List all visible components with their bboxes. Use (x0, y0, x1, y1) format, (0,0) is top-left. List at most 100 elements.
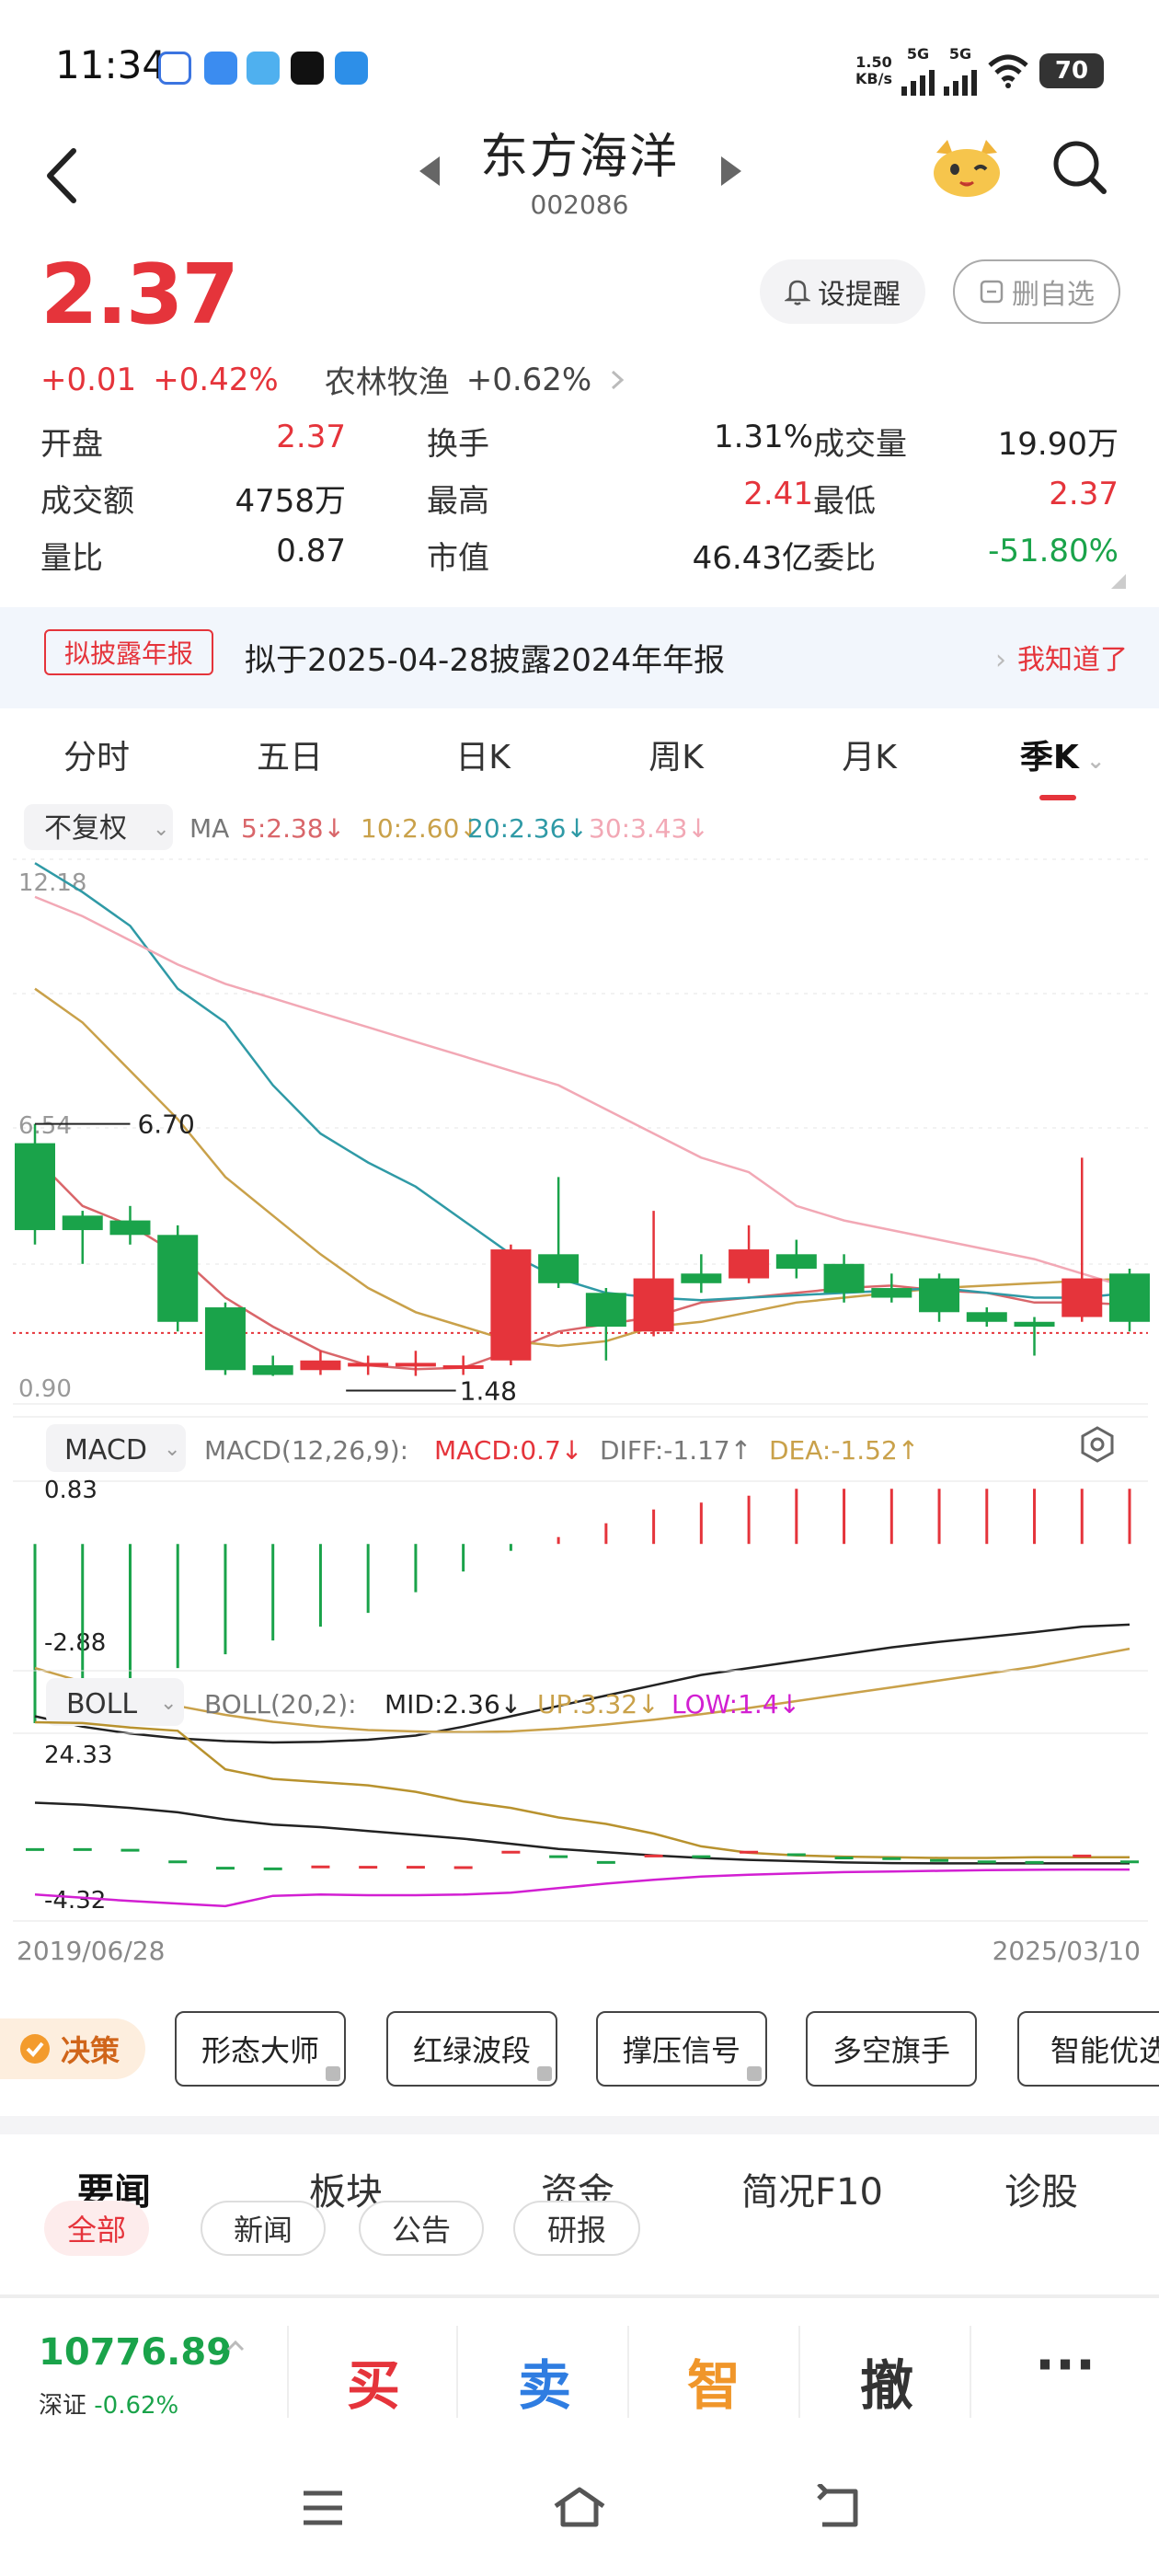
candle-body (729, 1249, 770, 1279)
stat-label: 委比 (813, 539, 876, 577)
tab-kline-2[interactable]: 日K (386, 730, 580, 778)
price-axis-mid: 6.54 (18, 1112, 72, 1140)
news-subtab-3[interactable]: 研报 (513, 2201, 640, 2256)
bell-icon (785, 280, 810, 305)
stat-label: 市值 (427, 539, 489, 577)
news-subtab-1[interactable]: 新闻 (201, 2201, 326, 2256)
remove-watchlist-button[interactable]: 删自选 (953, 259, 1120, 324)
boll-up-line (34, 1720, 1130, 1859)
separator (798, 2326, 800, 2418)
tab-kline-5[interactable]: 季K ⌄ (966, 730, 1159, 800)
stat-cell: 成交量 19.90万 (813, 419, 1119, 464)
set-alert-button[interactable]: 设提醒 (760, 259, 925, 324)
stat-cell: 换手 1.31% (427, 419, 813, 464)
stat-cell: 最高 2.41 (427, 476, 813, 521)
stat-value: 2.37 (276, 418, 346, 455)
search-icon[interactable] (1050, 138, 1109, 197)
separator (456, 2326, 458, 2418)
sim1-signal: 5G (901, 46, 935, 96)
lock-icon (747, 2066, 762, 2081)
macd-selector-label: MACD (64, 1434, 147, 1466)
menu-icon[interactable] (300, 2488, 346, 2528)
sector-name[interactable]: 农林牧渔 (325, 357, 450, 402)
stat-value: 2.41 (743, 475, 813, 512)
ma-label: MA (189, 813, 229, 844)
boll-low-line (34, 1868, 1130, 1908)
next-stock-arrow-icon[interactable] (721, 156, 741, 186)
ma30-value: 30:3.43↓ (589, 813, 709, 844)
news-subtab-0[interactable]: 全部 (44, 2201, 149, 2256)
expand-corner-icon[interactable] (1111, 574, 1126, 589)
trade-bar: 10776.89 深证 -0.62% 买 卖 智 撤 ··· (0, 2296, 1159, 2444)
stat-label: 成交量 (813, 425, 907, 463)
tab-kline-3[interactable]: 周K (580, 730, 773, 778)
stat-cell: 成交额 4758万 (40, 476, 346, 521)
candle-body (204, 1307, 246, 1371)
kline-period-tabs: 分时 五日 日K 周K 月K 季K ⌄ (0, 718, 1159, 800)
price-change-pct: +0.42% (153, 361, 279, 398)
bottom-shadow (0, 2294, 1159, 2298)
chevron-right-icon[interactable] (608, 367, 626, 393)
home-icon[interactable] (552, 2484, 607, 2530)
tab-kline-4[interactable]: 月K (773, 730, 966, 778)
decision-chip-1[interactable]: 红绿波段 (386, 2011, 557, 2087)
decision-chip-2[interactable]: 撑压信号 (596, 2011, 767, 2087)
stat-label: 最低 (813, 482, 876, 520)
system-nav-bar (0, 2447, 1159, 2576)
index-label: 深证 -0.62% (39, 2392, 179, 2420)
stat-cell: 委比 -51.80% (813, 533, 1119, 578)
news-tab-3[interactable]: 简况F10 (741, 2162, 883, 2215)
decision-chip-4[interactable]: 智能优选 (1017, 2011, 1159, 2087)
chevron-down-icon[interactable]: ⌄ (1079, 748, 1105, 774)
chevron-down-icon: ⌄ (160, 1692, 177, 1715)
notice-badge: 拟披露年报 (44, 629, 214, 675)
sell-button[interactable]: 卖 (489, 2342, 600, 2420)
price-change: +0.01 (40, 361, 137, 398)
baidu-icon (158, 52, 191, 85)
sector-pct[interactable]: +0.62% (466, 362, 592, 398)
mascot-icon[interactable] (929, 136, 1004, 199)
stat-label: 成交额 (40, 482, 134, 520)
macd-axis-min: -2.88 (44, 1629, 106, 1657)
smart-button[interactable]: 智 (659, 2342, 769, 2420)
decision-chip-label: 形态大师 (201, 2033, 319, 2068)
current-price: 2.37 (40, 247, 239, 343)
tab-kline-0[interactable]: 分时 (0, 730, 193, 778)
candle-body (395, 1363, 436, 1367)
buy-button[interactable]: 买 (318, 2342, 429, 2420)
index-value[interactable]: 10776.89 (39, 2331, 232, 2374)
settings-icon-center (1090, 1437, 1105, 1452)
date-end: 2025/03/10 (993, 1936, 1141, 1966)
lock-icon (326, 2066, 340, 2081)
clock: 11:34 (55, 42, 167, 87)
settings-icon[interactable] (1081, 1426, 1114, 1463)
macd-params: MACD(12,26,9): (204, 1435, 408, 1466)
more-button[interactable]: ··· (1010, 2333, 1120, 2396)
decision-chip-label: 多空旗手 (832, 2033, 950, 2068)
tab-kline-1[interactable]: 五日 (193, 730, 386, 778)
decision-chip-label: 撑压信号 (622, 2033, 740, 2068)
stat-value: 2.37 (1049, 475, 1119, 512)
decision-chip-3[interactable]: 多空旗手 (806, 2011, 977, 2087)
candle-body (62, 1215, 103, 1231)
decision-badge[interactable]: 决策 (0, 2018, 145, 2079)
cancel-order-button[interactable]: 撤 (832, 2342, 942, 2420)
stats-row: 量比 0.87 市值 46.43亿 委比 -51.80% (40, 526, 1119, 583)
battery-level: 70 (1039, 53, 1104, 88)
news-subtab-2[interactable]: 公告 (359, 2201, 484, 2256)
back-nav-icon[interactable] (813, 2484, 863, 2530)
chevron-up-icon[interactable] (224, 2335, 247, 2357)
candle-body (15, 1143, 55, 1231)
kline-chart[interactable]: 不复权 ⌄ MA 5:2.38↓ 10:2.60↓20:2.36↓ 30:3.43↓12.… (0, 795, 1159, 1982)
news-tab-4[interactable]: 诊股 (1004, 2162, 1078, 2215)
candle-body (1061, 1278, 1103, 1317)
tiktok-icon (291, 52, 324, 85)
high-label: 6.70 (137, 1110, 194, 1140)
decision-chip-0[interactable]: 形态大师 (175, 2011, 346, 2087)
lock-icon (537, 2066, 552, 2081)
boll-axis-max: 24.33 (44, 1742, 112, 1769)
ma5-value: 5:2.38↓ (241, 813, 345, 844)
notice-dismiss-button[interactable]: › 我知道了 (995, 637, 1128, 677)
boll-up-value: UP:3.32↓ (537, 1689, 660, 1719)
boll-axis-min: -4.32 (44, 1887, 106, 1915)
